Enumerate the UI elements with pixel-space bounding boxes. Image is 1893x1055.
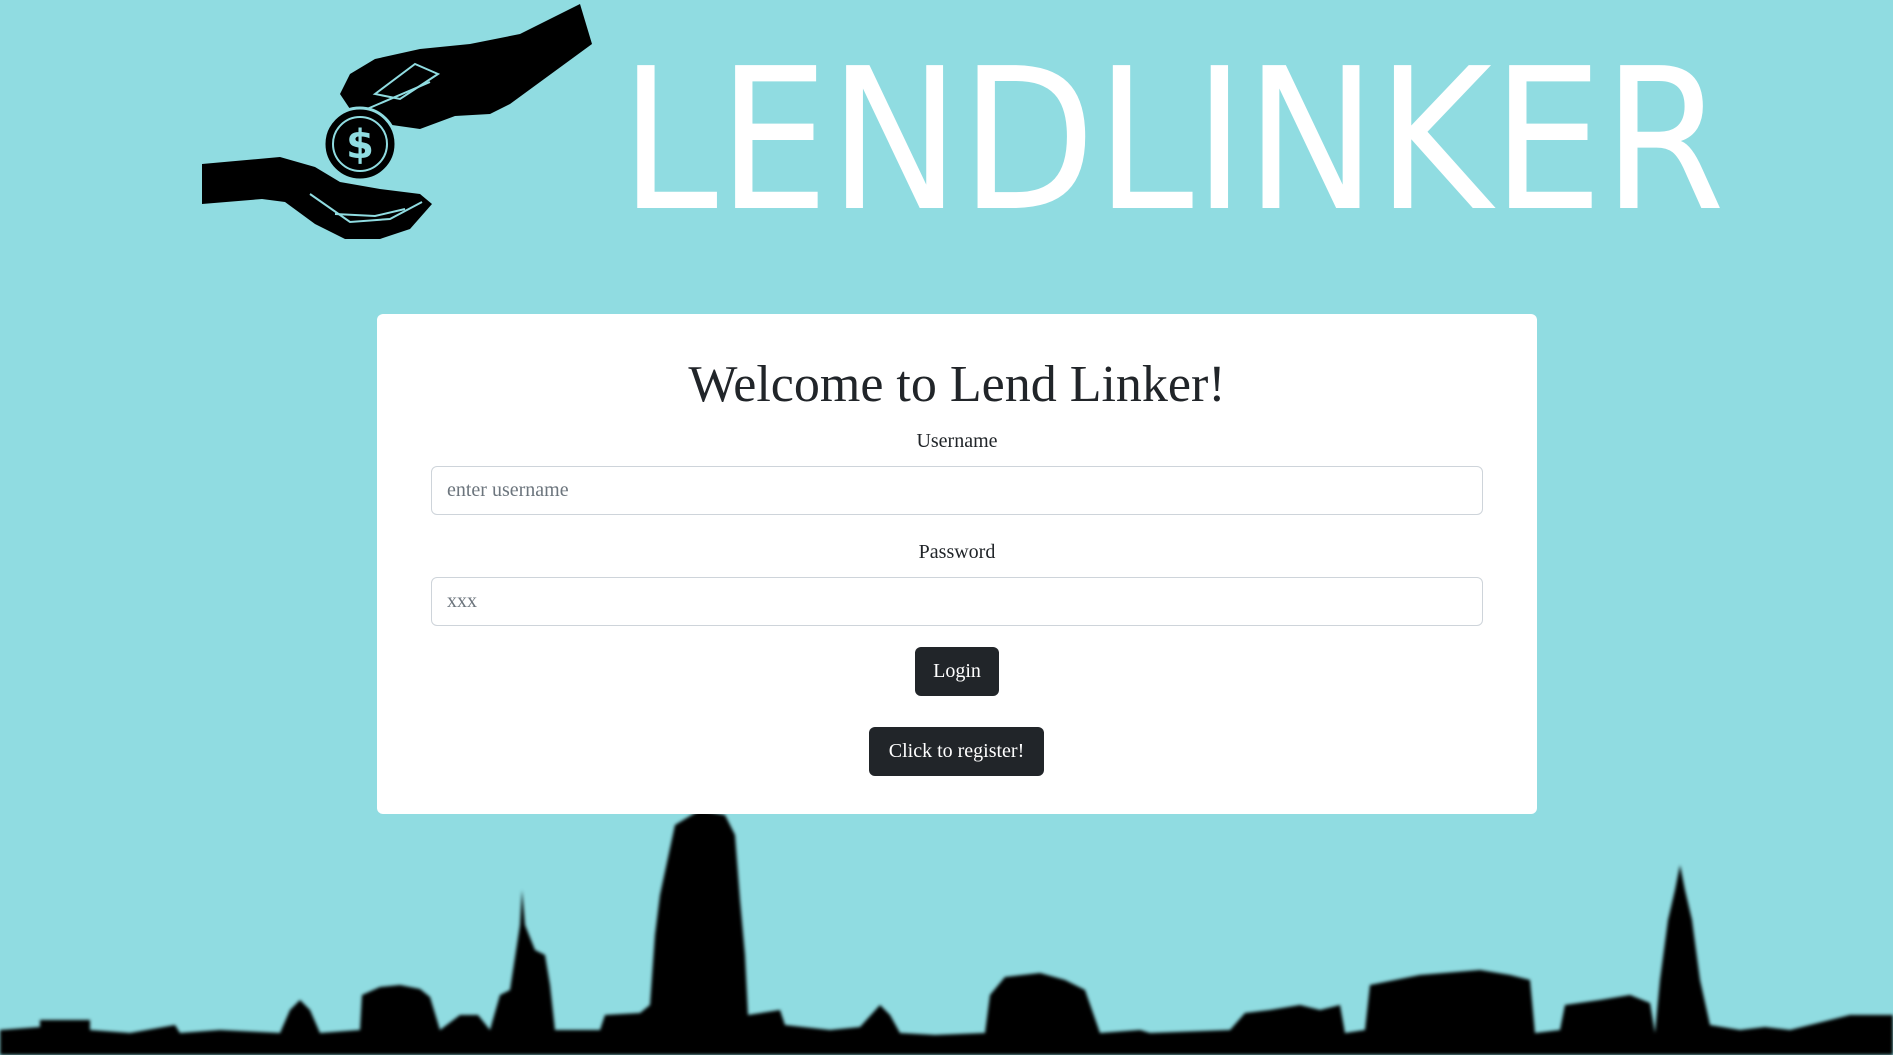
hand-giving-coin-icon: $ (202, 4, 592, 239)
brand-name-text: LENDLINKER (620, 40, 1725, 220)
username-label: Username (916, 430, 998, 452)
register-button[interactable]: Click to register! (869, 727, 1044, 776)
dollar-sign: $ (346, 122, 374, 168)
brand-name: LENDLINKER (620, 40, 1725, 220)
password-input[interactable] (431, 577, 1483, 626)
password-label: Password (918, 541, 996, 563)
login-button[interactable]: Login (915, 647, 999, 696)
login-card: Welcome to Lend Linker! Username Passwor… (377, 314, 1537, 814)
username-input[interactable] (431, 466, 1483, 515)
city-skyline-silhouette (0, 810, 1893, 1055)
page-title: Welcome to Lend Linker! (688, 356, 1226, 413)
